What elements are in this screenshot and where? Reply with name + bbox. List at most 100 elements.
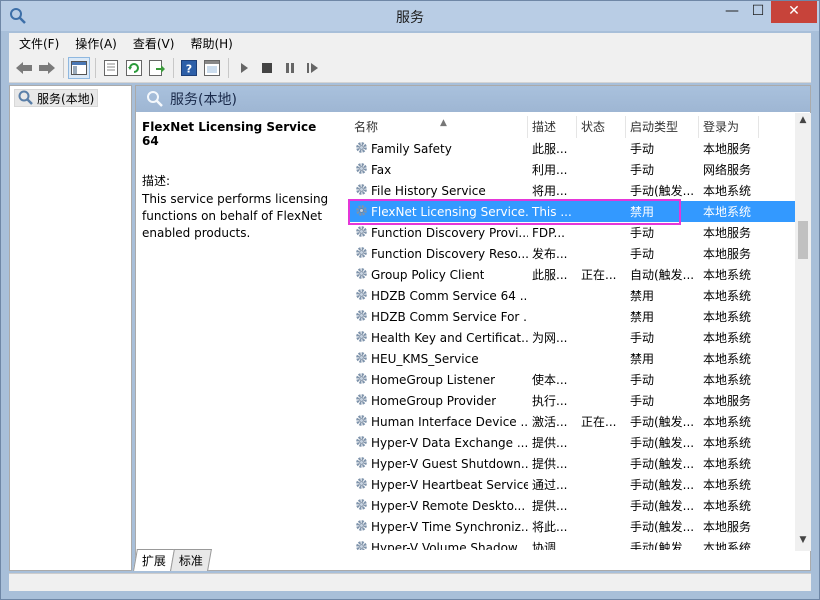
service-startup-type: 手动 (630, 331, 655, 345)
table-row[interactable]: HomeGroup Provider 执行... 手动 本地服务 (350, 390, 800, 411)
service-logon-as: 本地系统 (703, 499, 752, 513)
column-header-name[interactable]: ▲ 名称 (350, 116, 528, 138)
scroll-thumb[interactable] (798, 221, 808, 259)
service-gear-icon (354, 203, 369, 221)
services-icon (18, 90, 33, 105)
svg-text:?: ? (186, 62, 192, 75)
refresh-icon[interactable] (123, 57, 145, 79)
service-name-text: HomeGroup Listener (371, 372, 496, 387)
service-name: Human Interface Device ... (350, 413, 528, 431)
service-gear-icon (354, 539, 369, 550)
column-header-description[interactable]: 描述 (528, 116, 577, 138)
service-startup-type: 手动 (630, 226, 655, 240)
services-main-pane: 服务(本地) FlexNet Licensing Service 64 描述: … (135, 85, 811, 571)
table-row[interactable]: Function Discovery Reso... 发布... 手动 本地服务 (350, 243, 800, 264)
table-row[interactable]: Hyper-V Heartbeat Service 通过... 手动(触发... 本地… (350, 474, 800, 495)
menu-action[interactable]: 操作(A) (75, 35, 117, 52)
table-row[interactable]: HomeGroup Listener 使本... 手动 本地系统 (350, 369, 800, 390)
table-row[interactable]: Hyper-V Volume Shadow... 协调... 手动(触发... 本地系… (350, 537, 800, 550)
console-tree-pane: 服务(本地) (9, 85, 132, 571)
table-row[interactable]: File History Service 将用... 手动(触发... 本地系统 (350, 180, 800, 201)
selected-service-title: FlexNet Licensing Service 64 (142, 120, 317, 148)
service-logon-as: 本地系统 (703, 436, 752, 450)
table-row[interactable]: Family Safety 此服... 手动 本地服务 (350, 138, 800, 159)
service-name-text: HEU_KMS_Service (371, 351, 479, 366)
stop-icon[interactable] (256, 57, 278, 79)
view-icon[interactable] (201, 57, 223, 79)
service-description: 激活... (532, 415, 568, 429)
service-gear-icon (354, 497, 369, 515)
tab-extended[interactable]: 扩展 (133, 549, 175, 571)
service-name: Function Discovery Provi... (350, 224, 528, 242)
service-name: Hyper-V Heartbeat Service (350, 476, 528, 494)
service-name: Hyper-V Volume Shadow... (350, 539, 528, 550)
sort-ascending-icon: ▲ (440, 118, 447, 128)
table-row[interactable]: Hyper-V Time Synchroniz... 将此... 手动(触发... 本… (350, 516, 800, 537)
menu-help[interactable]: 帮助(H) (190, 35, 232, 52)
service-description: 将用... (532, 184, 568, 198)
scroll-up-icon[interactable]: ▲ (795, 115, 811, 129)
service-startup-type: 手动 (630, 373, 655, 387)
services-header-icon (147, 91, 163, 107)
service-description: 利用... (532, 163, 568, 177)
service-gear-icon (354, 392, 369, 410)
back-icon[interactable] (13, 57, 35, 79)
service-name-text: FlexNet Licensing Service... (371, 204, 528, 219)
service-name: FlexNet Licensing Service... (350, 203, 528, 221)
forward-icon[interactable] (36, 57, 58, 79)
table-row[interactable]: Hyper-V Data Exchange ... 提供... 手动(触发... 本地… (350, 432, 800, 453)
service-name-text: Health Key and Certificat... (371, 330, 528, 345)
service-description: 提供... (532, 436, 568, 450)
service-gear-icon (354, 350, 369, 368)
scroll-down-icon[interactable]: ▼ (795, 535, 811, 549)
table-row[interactable]: Fax 利用... 手动 网络服务 (350, 159, 800, 180)
column-header-logon-as[interactable]: 登录为 (699, 116, 759, 138)
column-header-status[interactable]: 状态 (577, 116, 626, 138)
column-header-startup-type[interactable]: 启动类型 (626, 116, 699, 138)
table-row[interactable]: Hyper-V Guest Shutdown... 提供... 手动(触发... 本地… (350, 453, 800, 474)
table-row[interactable]: HDZB Comm Service 64 ... 禁用 本地系统 (350, 285, 800, 306)
title-bar[interactable]: 服务 — ☐ ✕ (1, 1, 819, 31)
minimize-button[interactable]: — (719, 1, 745, 23)
menu-view[interactable]: 查看(V) (133, 35, 175, 52)
maximize-button[interactable]: ☐ (745, 1, 771, 23)
service-name: HDZB Comm Service For ... (350, 308, 528, 326)
table-row[interactable]: Hyper-V Remote Deskto... 提供... 手动(触发... 本地系… (350, 495, 800, 516)
services-window: 服务 — ☐ ✕ 文件(F) 操作(A) 查看(V) 帮助(H) ? 服务(本地… (0, 0, 820, 600)
service-name: Family Safety (350, 140, 528, 158)
console-tree-icon[interactable] (68, 56, 90, 79)
service-name: HEU_KMS_Service (350, 350, 528, 368)
menu-file[interactable]: 文件(F) (19, 35, 59, 52)
service-startup-type: 手动 (630, 394, 655, 408)
service-name-text: Function Discovery Provi... (371, 225, 528, 240)
service-gear-icon (354, 182, 369, 200)
play-icon[interactable] (233, 57, 255, 79)
service-rows: Family Safety 此服... 手动 本地服务 Fax 利用... 手动 网络服务 Fi… (350, 138, 800, 550)
table-row[interactable]: Group Policy Client 此服... 正在... 自动(触发... 本地系… (350, 264, 800, 285)
restart-icon[interactable] (302, 57, 324, 79)
properties-icon[interactable] (100, 57, 122, 79)
table-row[interactable]: Health Key and Certificat... 为网... 手动 本地系统 (350, 327, 800, 348)
service-startup-type: 手动 (630, 163, 655, 177)
service-logon-as: 本地系统 (703, 268, 752, 282)
service-name-text: HDZB Comm Service 64 ... (371, 288, 528, 303)
tab-standard[interactable]: 标准 (170, 549, 212, 571)
table-row[interactable]: HDZB Comm Service For ... 禁用 本地系统 (350, 306, 800, 327)
help-icon[interactable]: ? (178, 57, 200, 79)
table-row[interactable]: Function Discovery Provi... FDP... 手动 本地服务 (350, 222, 800, 243)
description-label: 描述: (142, 174, 171, 188)
vertical-scrollbar[interactable]: ▲ ▼ (795, 113, 811, 551)
service-logon-as: 本地系统 (703, 373, 752, 387)
table-row[interactable]: HEU_KMS_Service 禁用 本地系统 (350, 348, 800, 369)
service-description: 提供... (532, 457, 568, 471)
table-row[interactable]: FlexNet Licensing Service... This ... 禁用 本地… (350, 201, 800, 222)
close-button[interactable]: ✕ (771, 1, 817, 23)
export-icon[interactable] (146, 57, 168, 79)
pause-icon[interactable] (279, 57, 301, 79)
service-logon-as: 本地系统 (703, 457, 752, 471)
service-description-panel: FlexNet Licensing Service 64 描述: This se… (142, 120, 332, 242)
table-row[interactable]: Human Interface Device ... 激活... 正在... 手动(触… (350, 411, 800, 432)
tree-item-services-local[interactable]: 服务(本地) (14, 89, 99, 107)
service-logon-as: 本地系统 (703, 352, 752, 366)
view-tabs: 扩展 标准 (133, 549, 212, 571)
